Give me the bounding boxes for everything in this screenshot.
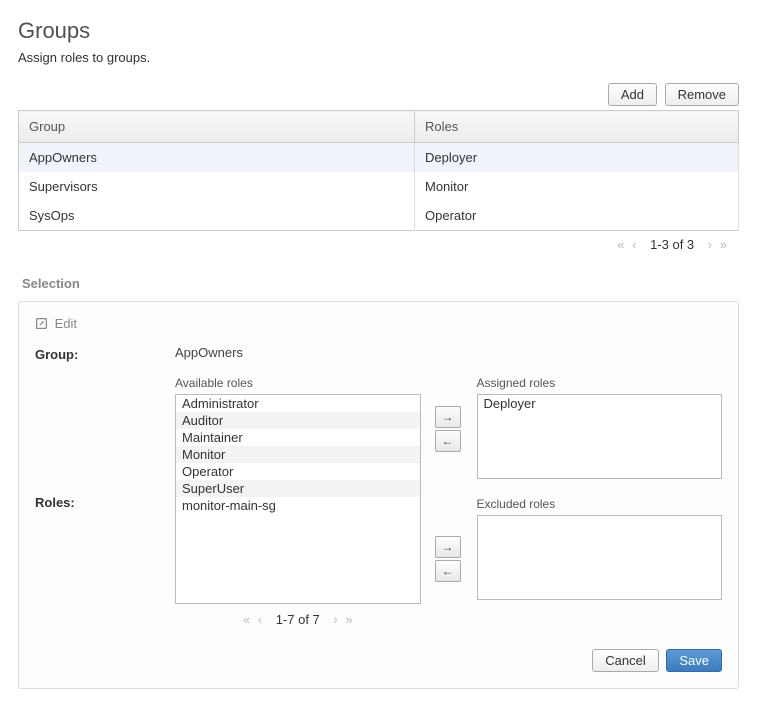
list-item[interactable]: monitor-main-sg <box>176 497 420 514</box>
pager-first-icon[interactable]: « <box>243 612 250 627</box>
unassign-role-button[interactable]: ← <box>435 430 461 452</box>
excluded-roles-listbox[interactable] <box>477 515 723 600</box>
list-item[interactable]: Auditor <box>176 412 420 429</box>
cell-roles: Operator <box>415 201 739 231</box>
pager-prev-icon[interactable]: ‹ <box>258 612 262 627</box>
assigned-roles-label: Assigned roles <box>477 376 723 390</box>
available-roles-listbox[interactable]: Administrator Auditor Maintainer Monitor… <box>175 394 421 604</box>
pager-prev-icon[interactable]: ‹ <box>632 237 636 252</box>
col-header-group[interactable]: Group <box>19 111 415 143</box>
page-subtitle: Assign roles to groups. <box>18 50 739 65</box>
pager-counter: 1-3 of 3 <box>650 237 694 252</box>
arrow-left-icon: ← <box>442 434 454 448</box>
roles-label: Roles: <box>35 493 175 510</box>
groups-table: Group Roles AppOwners Deployer Superviso… <box>18 110 739 231</box>
list-item[interactable]: SuperUser <box>176 480 420 497</box>
arrow-right-icon: → <box>442 410 454 424</box>
cancel-button[interactable]: Cancel <box>592 649 658 672</box>
assigned-roles-listbox[interactable]: Deployer <box>477 394 723 479</box>
selection-panel: Edit Group: AppOwners Roles: Available r… <box>18 301 739 689</box>
table-row[interactable]: SysOps Operator <box>19 201 739 231</box>
list-item[interactable]: Operator <box>176 463 420 480</box>
pager-last-icon[interactable]: » <box>345 612 352 627</box>
group-label: Group: <box>35 345 175 362</box>
list-item[interactable]: Maintainer <box>176 429 420 446</box>
cell-group: Supervisors <box>19 172 415 201</box>
table-pager: « ‹ 1-3 of 3 › » <box>18 231 739 258</box>
available-roles-pager: « ‹ 1-7 of 7 › » <box>175 612 421 627</box>
table-row[interactable]: Supervisors Monitor <box>19 172 739 201</box>
unexclude-role-button[interactable]: ← <box>435 560 461 582</box>
list-item[interactable]: Deployer <box>478 395 722 412</box>
edit-icon <box>35 316 55 331</box>
remove-button[interactable]: Remove <box>665 83 739 106</box>
pager-next-icon[interactable]: › <box>333 612 337 627</box>
edit-link[interactable]: Edit <box>35 316 722 331</box>
col-header-roles[interactable]: Roles <box>415 111 739 143</box>
arrow-right-icon: → <box>442 540 454 554</box>
table-row[interactable]: AppOwners Deployer <box>19 143 739 173</box>
cell-roles: Deployer <box>415 143 739 173</box>
available-roles-label: Available roles <box>175 376 421 390</box>
exclude-role-button[interactable]: → <box>435 536 461 558</box>
selection-section-title: Selection <box>22 276 739 291</box>
pager-last-icon[interactable]: » <box>720 237 727 252</box>
cell-group: AppOwners <box>19 143 415 173</box>
save-button[interactable]: Save <box>666 649 722 672</box>
pager-counter: 1-7 of 7 <box>276 612 320 627</box>
excluded-roles-label: Excluded roles <box>477 497 723 511</box>
edit-label: Edit <box>55 316 77 331</box>
assign-role-button[interactable]: → <box>435 406 461 428</box>
cell-group: SysOps <box>19 201 415 231</box>
arrow-left-icon: ← <box>442 564 454 578</box>
page-title: Groups <box>18 18 739 44</box>
cell-roles: Monitor <box>415 172 739 201</box>
pager-next-icon[interactable]: › <box>708 237 712 252</box>
list-item[interactable]: Monitor <box>176 446 420 463</box>
list-item[interactable]: Administrator <box>176 395 420 412</box>
add-button[interactable]: Add <box>608 83 657 106</box>
pager-first-icon[interactable]: « <box>617 237 624 252</box>
group-value: AppOwners <box>175 345 722 362</box>
